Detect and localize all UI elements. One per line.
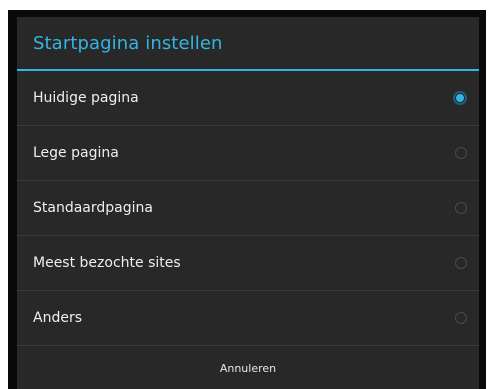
dialog-title-bar: Startpagina instellen <box>17 17 479 71</box>
radio-unselected-icon[interactable] <box>455 147 467 159</box>
radio-unselected-icon[interactable] <box>455 257 467 269</box>
option-other[interactable]: Anders <box>17 291 479 346</box>
option-most-visited[interactable]: Meest bezochte sites <box>17 236 479 291</box>
option-label: Anders <box>33 310 82 326</box>
option-label: Lege pagina <box>33 145 119 161</box>
option-label: Huidige pagina <box>33 90 139 106</box>
radio-unselected-icon[interactable] <box>455 312 467 324</box>
option-default-page[interactable]: Standaardpagina <box>17 181 479 236</box>
set-homepage-dialog: Startpagina instellen Huidige pagina Leg… <box>17 17 479 389</box>
radio-unselected-icon[interactable] <box>455 202 467 214</box>
cancel-button[interactable]: Annuleren <box>220 362 276 375</box>
option-label: Meest bezochte sites <box>33 255 181 271</box>
option-label: Standaardpagina <box>33 200 153 216</box>
dialog-footer: Annuleren <box>17 346 479 389</box>
option-current-page[interactable]: Huidige pagina <box>17 71 479 126</box>
radio-selected-icon[interactable] <box>453 91 467 105</box>
option-blank-page[interactable]: Lege pagina <box>17 126 479 181</box>
dialog-title: Startpagina instellen <box>33 32 223 54</box>
